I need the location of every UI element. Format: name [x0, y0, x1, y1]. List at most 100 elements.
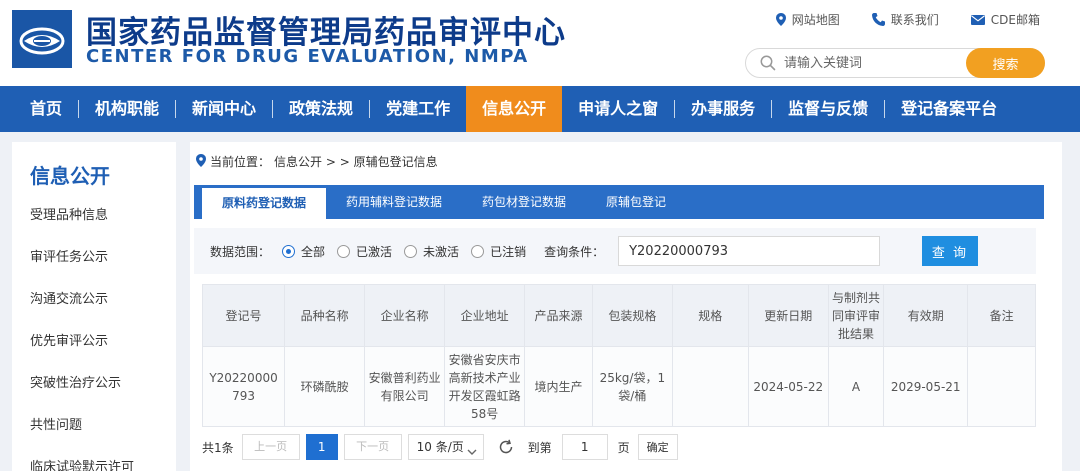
- radio-activated[interactable]: 已激活: [337, 243, 392, 260]
- nav-item-info-disclosure[interactable]: 信息公开: [466, 86, 563, 132]
- pagination: 共1条 上一页 1 下一页 10 条/页 到第 页 确定: [202, 432, 678, 462]
- radio-label: 未激活: [423, 244, 460, 259]
- radio-cancelled[interactable]: 已注销: [471, 243, 526, 260]
- radio-dot: [282, 244, 296, 258]
- cell-valid-until: 2029-05-21: [883, 346, 969, 427]
- goto-confirm-button[interactable]: 确定: [637, 434, 678, 460]
- radio-not-activated[interactable]: 未激活: [404, 243, 459, 260]
- goto-label: 到第: [527, 440, 552, 455]
- column-header: 品种名称: [284, 284, 366, 347]
- next-page-button[interactable]: 下一页: [343, 434, 402, 460]
- column-header: 规格: [671, 284, 749, 347]
- radio-dot: [471, 244, 485, 258]
- top-links: 网站地图 联系我们 CDE邮箱: [775, 11, 1040, 28]
- nav-item-supervision[interactable]: 监督与反馈: [772, 86, 884, 132]
- column-header: 企业地址: [444, 284, 526, 347]
- prev-page-button[interactable]: 上一页: [241, 434, 300, 460]
- query-button[interactable]: 查 询: [922, 236, 978, 266]
- nav-item-functions[interactable]: 机构职能: [79, 86, 175, 132]
- radio-dot: [404, 244, 418, 258]
- site-search: 搜索: [745, 48, 1045, 78]
- cde-mail-link[interactable]: CDE邮箱: [970, 11, 1040, 28]
- radio-all[interactable]: 全部: [282, 243, 325, 260]
- contact-label: 联系我们: [890, 13, 939, 27]
- nav-item-home[interactable]: 首页: [14, 86, 78, 132]
- radio-label: 已激活: [356, 244, 393, 259]
- refresh-icon[interactable]: [498, 439, 514, 455]
- main-nav: 首页 机构职能 新闻中心 政策法规 党建工作 信息公开 申请人之窗 办事服务 监…: [0, 86, 1080, 132]
- range-label: 数据范围：: [210, 244, 271, 259]
- search-icon: [760, 55, 776, 75]
- sidebar-item-review-tasks[interactable]: 审评任务公示: [12, 237, 176, 279]
- cell-registration-no: Y20220000793: [201, 346, 286, 427]
- column-header: 更新日期: [747, 284, 829, 347]
- cell-product-source: 境内生产: [524, 346, 593, 427]
- radio-dot: [337, 244, 351, 258]
- cell-company-name: 安徽普利药业有限公司: [364, 346, 446, 427]
- data-tabs: 原料药登记数据 药用辅料登记数据 药包材登记数据 原辅包登记: [194, 185, 1044, 219]
- sidebar-item-priority-review[interactable]: 优先审评公示: [12, 321, 176, 363]
- main-content: 当前位置： 信息公开 > > 原辅包登记信息 原料药登记数据 药用辅料登记数据 …: [190, 142, 1062, 471]
- radio-label: 全部: [301, 244, 326, 259]
- cell-product-name: 环磷酰胺: [284, 346, 366, 427]
- sidebar-title: 信息公开: [30, 164, 110, 188]
- sidebar-item-accepted[interactable]: 受理品种信息: [12, 195, 176, 237]
- sidebar-item-clinical-trial[interactable]: 临床试验默示许可: [12, 447, 176, 471]
- nav-item-policy[interactable]: 政策法规: [273, 86, 369, 132]
- page-size-select[interactable]: 10 条/页: [407, 434, 484, 460]
- column-header: 企业名称: [364, 284, 446, 347]
- column-header: 与制剂共同审评审批结果: [827, 284, 885, 347]
- nav-item-party[interactable]: 党建工作: [370, 86, 466, 132]
- tab-combined-registration[interactable]: 原辅包登记: [586, 185, 686, 219]
- cell-packaging-spec: 25kg/袋，1袋/桶: [591, 346, 673, 427]
- sidebar-item-communication[interactable]: 沟通交流公示: [12, 279, 176, 321]
- column-header: 备注: [967, 284, 1036, 347]
- goto-page-input[interactable]: [561, 434, 608, 460]
- tab-packaging-registration[interactable]: 药包材登记数据: [462, 185, 586, 219]
- page-size-label: 10 条/页: [416, 440, 464, 454]
- condition-label: 查询条件：: [544, 244, 605, 259]
- search-button[interactable]: 搜索: [966, 48, 1045, 78]
- column-header: 产品来源: [524, 284, 593, 347]
- filter-bar: 数据范围： 全部 已激活 未激活 已注销 查询条件： 查 询: [194, 228, 1036, 274]
- location-pin-icon: [196, 153, 206, 170]
- condition-input[interactable]: [618, 236, 881, 266]
- cde-mail-label: CDE邮箱: [990, 13, 1040, 27]
- table-row[interactable]: Y20220000793 环磷酰胺 安徽普利药业有限公司 安徽省安庆市高新技术产…: [201, 346, 1036, 427]
- cell-spec: [671, 346, 749, 427]
- sitemap-link[interactable]: 网站地图: [775, 11, 840, 28]
- radio-label: 已注销: [490, 244, 527, 259]
- tab-excipient-registration[interactable]: 药用辅料登记数据: [326, 185, 462, 219]
- column-header: 登记号: [201, 284, 286, 347]
- cell-update-date: 2024-05-22: [747, 346, 829, 427]
- cell-joint-review-result: A: [827, 346, 885, 427]
- sitemap-label: 网站地图: [791, 13, 840, 27]
- site-title-en: CENTER FOR DRUG EVALUATION, NMPA: [86, 46, 529, 67]
- breadcrumb-path[interactable]: 信息公开 > > 原辅包登记信息: [274, 153, 438, 170]
- sidebar: 信息公开 受理品种信息 审评任务公示 沟通交流公示 优先审评公示 突破性治疗公示…: [12, 142, 176, 471]
- sidebar-list: 受理品种信息 审评任务公示 沟通交流公示 优先审评公示 突破性治疗公示 共性问题…: [12, 195, 176, 471]
- phone-icon: [871, 13, 885, 26]
- breadcrumb-prefix: 当前位置：: [210, 155, 271, 169]
- cde-logo[interactable]: [12, 10, 72, 68]
- page-number-current[interactable]: 1: [305, 434, 338, 460]
- contact-link[interactable]: 联系我们: [871, 11, 939, 28]
- sidebar-item-breakthrough[interactable]: 突破性治疗公示: [12, 363, 176, 405]
- cell-remarks: [967, 346, 1036, 427]
- location-pin-icon: [775, 13, 786, 26]
- nav-item-registration[interactable]: 登记备案平台: [885, 86, 1013, 132]
- nav-item-applicant[interactable]: 申请人之窗: [562, 86, 674, 132]
- registration-table: 登记号 品种名称 企业名称 企业地址 产品来源 包装规格 规格 更新日期 与制剂…: [201, 284, 1036, 427]
- table-header-row: 登记号 品种名称 企业名称 企业地址 产品来源 包装规格 规格 更新日期 与制剂…: [201, 284, 1036, 347]
- column-header: 包装规格: [591, 284, 673, 347]
- cell-company-address: 安徽省安庆市高新技术产业开发区霞虹路58号: [444, 346, 526, 427]
- nav-item-services[interactable]: 办事服务: [675, 86, 771, 132]
- total-count: 共1条: [202, 440, 234, 455]
- site-header: 国家药品监督管理局药品审评中心 CENTER FOR DRUG EVALUATI…: [0, 0, 1080, 86]
- mail-icon: [970, 14, 985, 25]
- tab-api-registration[interactable]: 原料药登记数据: [202, 188, 327, 219]
- page-unit-label: 页: [617, 440, 630, 455]
- nav-item-news[interactable]: 新闻中心: [176, 86, 272, 132]
- search-input[interactable]: [784, 53, 959, 73]
- sidebar-item-common-issues[interactable]: 共性问题: [12, 405, 176, 447]
